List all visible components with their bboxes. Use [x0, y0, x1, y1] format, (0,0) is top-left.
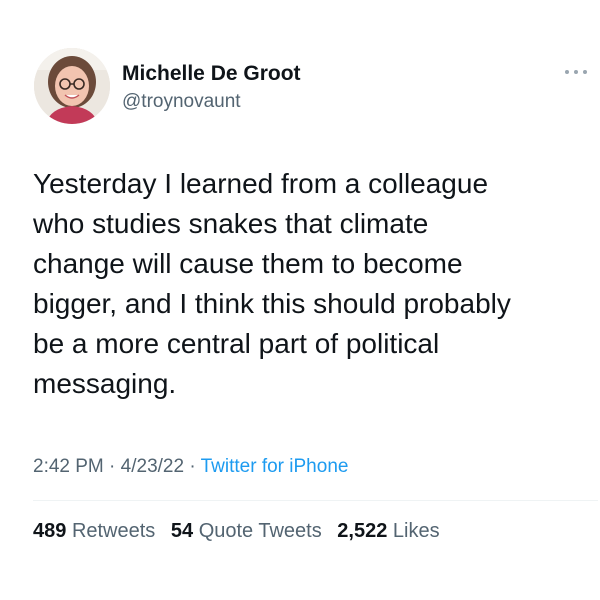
tweet-stats: 489 Retweets 54 Quote Tweets 2,522 Likes	[33, 520, 450, 543]
author-display-name[interactable]: Michelle De Groot	[122, 62, 301, 86]
divider	[33, 500, 598, 501]
tweet-text-line: bigger, and I think this should probably	[33, 288, 511, 319]
tweet-date[interactable]: 4/23/22	[121, 456, 184, 477]
author-handle[interactable]: @troynovaunt	[122, 91, 241, 113]
tweet-source-link[interactable]: Twitter for iPhone	[201, 456, 349, 477]
meta-separator: ·	[103, 456, 121, 477]
tweet-text-line: change will cause them to become	[33, 248, 463, 279]
likes-label: Likes	[392, 520, 440, 542]
tweet-card: Michelle De Groot @troynovaunt Yesterday…	[0, 0, 600, 600]
meta-separator: ·	[184, 456, 201, 477]
retweets-stat[interactable]: 489 Retweets	[33, 520, 155, 542]
likes-stat[interactable]: 2,522 Likes	[337, 520, 439, 542]
tweet-text-line: messaging.	[33, 368, 177, 399]
retweets-count: 489	[33, 520, 67, 542]
tweet-text-line: be a more central part of political	[33, 328, 440, 359]
more-options-button[interactable]	[565, 66, 587, 78]
more-horizontal-icon	[565, 70, 569, 74]
retweets-label: Retweets	[71, 520, 156, 542]
tweet-text: Yesterday I learned from a colleague who…	[33, 164, 583, 404]
quote-tweets-count: 54	[170, 520, 194, 542]
tweet-time[interactable]: 2:42 PM	[33, 456, 104, 477]
profile-photo-icon	[34, 48, 110, 124]
tweet-meta: 2:42 PM · 4/23/22 · Twitter for iPhone	[33, 456, 348, 478]
quote-tweets-label: Quote Tweets	[198, 520, 322, 542]
likes-count: 2,522	[337, 520, 388, 542]
tweet-text-line: who studies snakes that climate	[33, 208, 429, 239]
avatar[interactable]	[34, 48, 110, 124]
tweet-text-line: Yesterday I learned from a colleague	[33, 168, 489, 199]
quote-tweets-stat[interactable]: 54 Quote Tweets	[171, 520, 322, 542]
